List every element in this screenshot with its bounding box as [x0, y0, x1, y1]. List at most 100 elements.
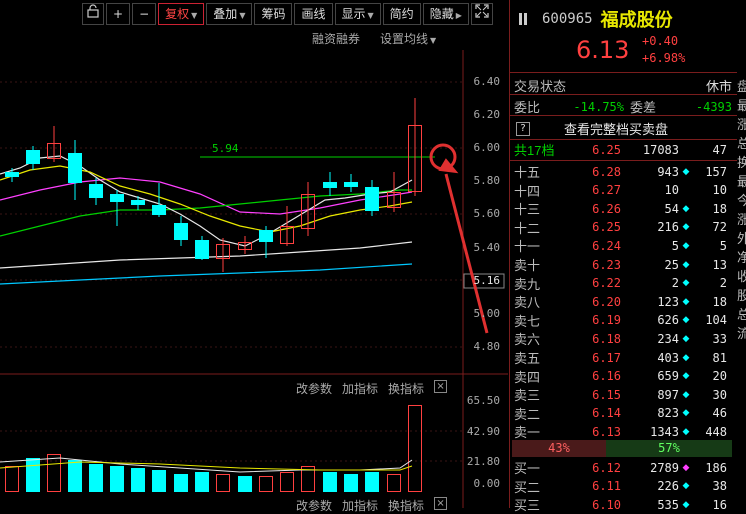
order-change: 33 [712, 331, 727, 346]
order-row[interactable]: 买三 6.10 535 ◆ 16 [514, 495, 732, 514]
order-volume: 123 [657, 294, 679, 309]
buy-ratio: 57% [606, 440, 732, 457]
full-book-row[interactable]: ? 查看完整档买卖盘 [516, 119, 668, 138]
order-row[interactable]: 卖九 6.22 2 ◆ 2 [514, 274, 732, 293]
stat-label-clipped: 最 [737, 99, 746, 114]
price-tick: 4.80 [473, 340, 501, 353]
order-ratio-row: 委比 -14.75% 委差 -4393 [514, 97, 732, 117]
order-change: 16 [712, 497, 727, 512]
buy-sell-ratio-bar: 43% 57% [512, 440, 732, 457]
order-level-label: 十二 [514, 220, 541, 236]
order-change: 10 [712, 183, 727, 198]
order-row[interactable]: 买二 6.11 226 ◆ 38 [514, 477, 732, 496]
summary-change: 47 [712, 142, 727, 157]
order-row[interactable]: 卖一 6.13 1343 ◆ 448 [514, 422, 732, 441]
volume-tick: 42.90 [466, 425, 500, 438]
weibi-label: 委比 [514, 101, 541, 116]
order-volume: 659 [657, 369, 679, 384]
order-row[interactable]: 卖八 6.20 123 ◆ 18 [514, 292, 732, 311]
order-row[interactable]: 十一 6.24 5 ◆ 5 [514, 236, 732, 255]
order-price: 6.12 [592, 460, 621, 475]
order-row[interactable]: 卖十 6.23 25 ◆ 13 [514, 255, 732, 274]
candlestick-chart[interactable]: 5.94 [0, 0, 508, 508]
order-volume: 5 [671, 238, 679, 253]
price-tick: 5.00 [473, 307, 501, 320]
order-row[interactable]: 卖三 6.15 897 ◆ 30 [514, 385, 732, 404]
volume-tick: 65.50 [466, 394, 500, 407]
close-icon[interactable]: × [434, 497, 448, 510]
price-gridlines [0, 81, 463, 348]
order-volume: 626 [657, 313, 679, 328]
order-volume: 2789 [650, 460, 679, 475]
change-diamond-icon: ◆ [682, 352, 690, 363]
order-level-label: 卖八 [514, 295, 541, 311]
price-tick: 6.20 [473, 108, 501, 121]
order-change: 46 [712, 406, 727, 421]
change-diamond-icon: ◆ [682, 426, 690, 437]
order-row[interactable]: 十四 6.27 10 10 [514, 181, 732, 200]
sell-ratio: 43% [512, 440, 606, 457]
ma10-line [0, 165, 413, 233]
change-diamond-icon: ◆ [682, 166, 690, 177]
stat-label-clipped: 盘 [737, 80, 746, 95]
hamburger-menu-icon[interactable] [518, 11, 528, 27]
price-tick: 5.40 [473, 241, 501, 254]
order-change: 72 [712, 220, 727, 235]
order-price: 6.18 [592, 331, 621, 346]
order-row[interactable]: 卖四 6.16 659 ◆ 20 [514, 367, 732, 386]
order-level-label: 买二 [514, 479, 541, 495]
change-diamond-icon: ◆ [682, 259, 690, 270]
change-diamond-icon: ◆ [682, 499, 690, 510]
change-diamond-icon: ◆ [682, 296, 690, 307]
volume-ma10-line [0, 461, 413, 471]
trade-status-row: 交易状态 休市 [514, 76, 732, 95]
kline-chart-pane[interactable]: + − 复权 ▼ 叠加 ▼ 筹码 画线 显示 ▼ 简约 隐藏 ▶ 融资融券 设置均线 ▼ [0, 0, 508, 513]
change-diamond-icon: ◆ [682, 389, 690, 400]
order-row[interactable]: 十二 6.25 216 ◆ 72 [514, 218, 732, 237]
add-indicator-button[interactable]: 加指标 [342, 380, 378, 397]
order-price: 6.22 [592, 276, 621, 291]
edit-params-button[interactable]: 改参数 [296, 380, 332, 397]
order-price: 6.28 [592, 164, 621, 179]
order-row[interactable]: 十五 6.28 943 ◆ 157 [514, 162, 732, 181]
change-diamond-icon: ◆ [682, 240, 690, 251]
summary-price: 6.25 [592, 142, 621, 157]
order-price: 6.16 [592, 369, 621, 384]
order-row[interactable]: 十三 6.26 54 ◆ 18 [514, 199, 732, 218]
stat-label-clipped: 涨 [737, 118, 746, 133]
volume-bars [5, 405, 422, 492]
full-book-link[interactable]: 查看完整档买卖盘 [564, 119, 668, 138]
order-volume: 535 [657, 497, 679, 512]
order-level-label: 卖二 [514, 406, 541, 422]
order-level-label: 买三 [514, 498, 541, 514]
order-level-label: 卖十 [514, 258, 541, 273]
stock-code: 600965 [542, 11, 593, 27]
order-price: 6.19 [592, 313, 621, 328]
change-diamond-icon: ◆ [682, 481, 690, 492]
edit-params-button[interactable]: 改参数 [296, 497, 332, 514]
order-change: 18 [712, 294, 727, 309]
order-change: 104 [705, 313, 727, 328]
order-row[interactable]: 卖五 6.17 403 ◆ 81 [514, 348, 732, 367]
change-diamond-icon: ◆ [682, 315, 690, 326]
order-level-label: 卖三 [514, 388, 541, 404]
order-level-label: 十四 [514, 183, 541, 199]
order-row[interactable]: 卖七 6.19 626 ◆ 104 [514, 311, 732, 330]
summary-label: 共17档 [514, 143, 555, 158]
order-price: 6.24 [592, 238, 621, 253]
order-volume: 54 [664, 201, 679, 216]
order-level-label: 买一 [514, 461, 541, 476]
help-icon[interactable]: ? [516, 121, 530, 136]
switch-indicator-button[interactable]: 换指标 [388, 497, 424, 514]
order-row[interactable]: 卖二 6.14 823 ◆ 46 [514, 404, 732, 423]
switch-indicator-button[interactable]: 换指标 [388, 380, 424, 397]
stat-label-clipped: 总 [737, 308, 746, 323]
add-indicator-button[interactable]: 加指标 [342, 497, 378, 514]
close-icon[interactable]: × [434, 380, 448, 393]
order-price: 6.13 [592, 424, 621, 439]
price-tick: 6.00 [473, 141, 501, 154]
order-row[interactable]: 卖六 6.18 234 ◆ 33 [514, 329, 732, 348]
order-row[interactable]: 买一 6.12 2789 ◆ 186 [514, 458, 732, 477]
order-volume: 403 [657, 350, 679, 365]
stock-header: 600965 福成股份 [518, 6, 673, 32]
